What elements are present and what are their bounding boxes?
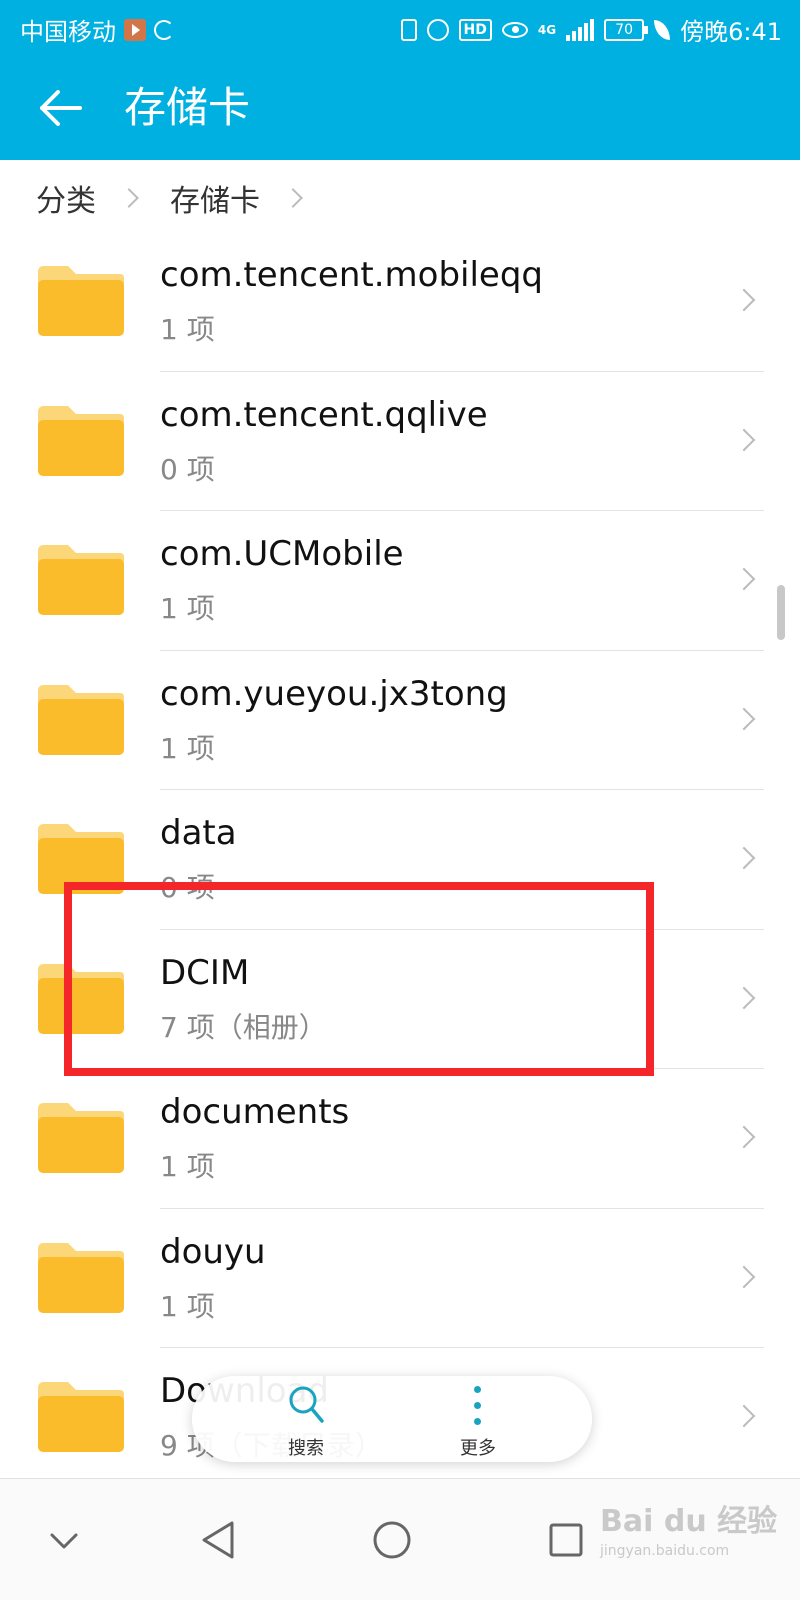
- baidu-watermark: Bai du 经验 jingyan.baidu.com: [600, 1502, 790, 1578]
- folder-name: douyu: [160, 1231, 266, 1272]
- folder-icon: [38, 1103, 124, 1173]
- chevron-down-icon[interactable]: [24, 1499, 104, 1579]
- alarm-icon: [426, 18, 449, 41]
- folder-row[interactable]: douyu 1 项: [0, 1209, 800, 1349]
- chevron-right-icon: [283, 188, 303, 208]
- vibrate-icon: [400, 18, 417, 41]
- folder-name: com.tencent.qqlive: [160, 394, 488, 435]
- folder-icon: [38, 1382, 124, 1452]
- chevron-right-icon: [732, 428, 756, 451]
- nav-recent-apps-icon[interactable]: [526, 1499, 606, 1579]
- media-play-icon: [124, 18, 146, 41]
- folder-name: DCIM: [160, 952, 250, 993]
- app-bar: 存储卡: [0, 56, 800, 160]
- folder-item-count: 1 项: [160, 592, 215, 625]
- folder-icon: [38, 824, 124, 894]
- more-button-label: 更多: [460, 1438, 496, 1459]
- folder-icon: [38, 266, 124, 336]
- watermark-main-text: Bai du 经验: [600, 1504, 778, 1539]
- nav-back-icon[interactable]: [178, 1499, 258, 1579]
- top-bar: 中国移动 HD 4G 70 傍晚6:41 存储卡: [0, 0, 800, 160]
- eye-comfort-icon: [501, 21, 528, 38]
- folder-row-dcim[interactable]: DCIM 7 项（相册）: [0, 930, 800, 1070]
- search-button-label: 搜索: [288, 1438, 324, 1459]
- search-icon: [289, 1386, 324, 1423]
- breadcrumb-item-category[interactable]: 分类: [36, 176, 96, 220]
- folder-icon: [38, 405, 124, 476]
- folder-row[interactable]: data 0 项: [0, 790, 800, 930]
- network-type: 4G: [537, 22, 557, 37]
- chevron-right-icon: [732, 567, 756, 591]
- folder-icon: [38, 1242, 124, 1313]
- breadcrumb: 分类 存储卡: [36, 170, 334, 226]
- folder-name: com.UCMobile: [160, 534, 404, 574]
- battery-icon: 70: [604, 18, 649, 41]
- watermark-url: jingyan.baidu.com: [600, 1543, 730, 1559]
- carrier-name: 中国移动: [20, 18, 116, 46]
- chevron-right-icon: [732, 846, 756, 870]
- folder-name: com.yueyou.jx3tong: [160, 673, 508, 714]
- chevron-right-icon: [732, 986, 756, 1009]
- folder-item-count: 1 项: [160, 313, 215, 346]
- chevron-right-icon: [732, 1404, 756, 1428]
- status-right: HD 4G 70 傍晚6:41: [400, 12, 782, 47]
- folder-item-count: 7 项（相册）: [160, 1010, 327, 1044]
- status-bar: 中国移动 HD 4G 70 傍晚6:41: [0, 0, 800, 56]
- chevron-right-icon: [732, 1265, 756, 1288]
- status-left: 中国移动: [20, 12, 174, 47]
- folder-item-count: 1 项: [160, 1150, 215, 1183]
- page-title: 存储卡: [124, 83, 251, 132]
- hd-icon: HD: [458, 18, 492, 41]
- folder-icon: [38, 545, 124, 615]
- bottom-action-bar: 搜索 更多: [192, 1376, 592, 1462]
- folder-item-count: 0 项: [160, 452, 215, 486]
- folder-name: documents: [160, 1092, 350, 1132]
- loading-ring-icon: [154, 19, 174, 40]
- file-list: com.tencent.mobileqq 1 项 com.tencent.qql…: [0, 232, 800, 1488]
- more-button[interactable]: 更多: [418, 1382, 538, 1459]
- folder-row[interactable]: com.yueyou.jx3tong 1 项: [0, 651, 800, 791]
- folder-name: com.tencent.mobileqq: [160, 255, 543, 295]
- folder-row[interactable]: documents 1 项: [0, 1069, 800, 1209]
- back-arrow-icon[interactable]: [38, 86, 82, 130]
- chevron-right-icon: [732, 707, 756, 730]
- nav-home-icon[interactable]: [352, 1499, 432, 1579]
- search-button[interactable]: 搜索: [246, 1382, 366, 1459]
- breadcrumb-item-storage[interactable]: 存储卡: [170, 176, 260, 220]
- leaf-icon: [654, 19, 671, 40]
- folder-name: data: [160, 813, 237, 853]
- clock-time: 傍晚6:41: [680, 18, 782, 46]
- more-vertical-icon: [474, 1386, 482, 1428]
- folder-item-count: 0 项: [160, 871, 215, 904]
- chevron-right-icon: [732, 1125, 756, 1149]
- folder-item-count: 1 项: [160, 731, 215, 765]
- chevron-right-icon: [732, 288, 756, 312]
- signal-icon: [566, 18, 595, 41]
- folder-item-count: 1 项: [160, 1289, 215, 1323]
- scrollbar-thumb[interactable]: [777, 585, 785, 640]
- folder-icon: [38, 684, 124, 755]
- chevron-right-icon: [119, 188, 139, 208]
- folder-row[interactable]: com.UCMobile 1 项: [0, 511, 800, 651]
- folder-row[interactable]: com.tencent.qqlive 0 项: [0, 372, 800, 512]
- folder-row[interactable]: com.tencent.mobileqq 1 项: [0, 232, 800, 372]
- folder-icon: [38, 963, 124, 1034]
